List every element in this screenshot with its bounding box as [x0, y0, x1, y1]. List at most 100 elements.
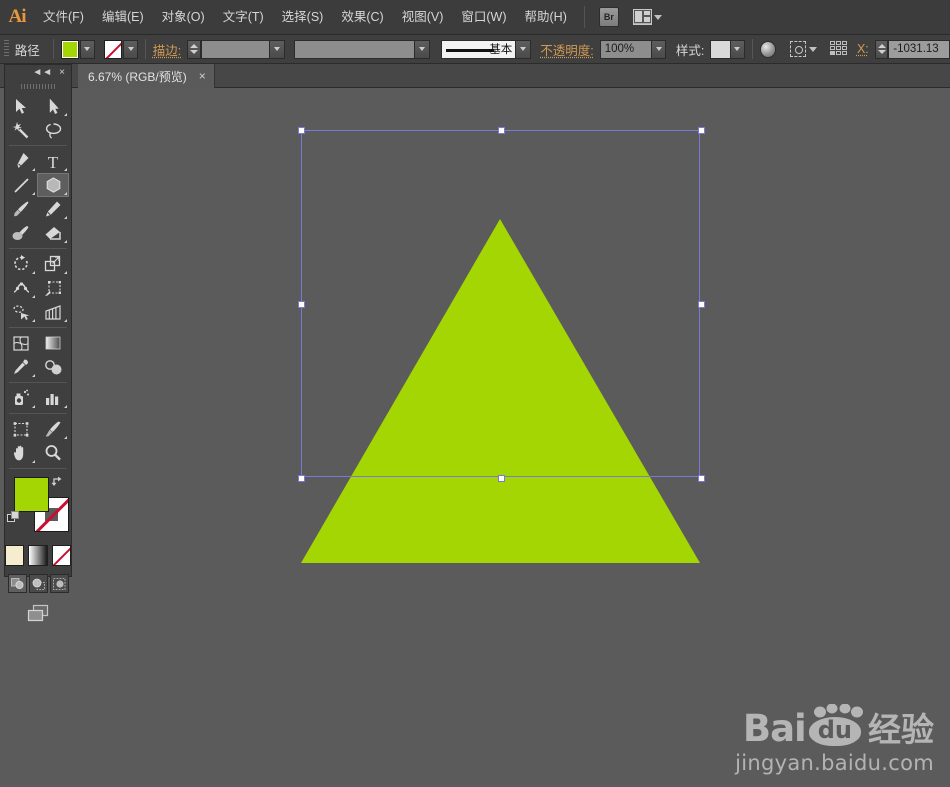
graphic-style-swatch[interactable] [710, 39, 731, 59]
tool-lasso[interactable] [37, 118, 69, 142]
color-button[interactable] [5, 545, 25, 566]
tool-pen[interactable] [5, 149, 37, 173]
tool-width[interactable] [5, 276, 37, 300]
menu-object[interactable]: 对象(O) [153, 0, 214, 35]
tool-zoom[interactable] [37, 441, 69, 465]
tool-mesh[interactable] [5, 331, 37, 355]
tool-direct-selection[interactable] [37, 94, 69, 118]
control-divider-3 [751, 39, 753, 59]
tools-divider-4 [9, 382, 67, 383]
handle-bottom-left[interactable] [298, 475, 305, 482]
tool-free-transform[interactable] [37, 276, 69, 300]
tool-blob-brush[interactable] [5, 221, 37, 245]
tool-rotate[interactable] [5, 252, 37, 276]
menu-type[interactable]: 文字(T) [214, 0, 273, 35]
document-tab[interactable]: 6.67% (RGB/预览) × [78, 64, 215, 88]
tool-gradient[interactable] [37, 331, 69, 355]
brush-definition-dropdown[interactable] [516, 39, 531, 59]
tool-selection[interactable] [5, 94, 37, 118]
stroke-weight-label[interactable]: 描边: [153, 40, 181, 59]
document-setup-icon[interactable] [759, 40, 777, 58]
swap-fill-stroke-icon[interactable] [51, 475, 65, 491]
tool-paintbrush[interactable] [5, 197, 37, 221]
draw-inside-button[interactable] [49, 574, 69, 593]
handle-top-center[interactable] [498, 127, 505, 134]
x-coordinate-field[interactable]: -1031.13 [888, 39, 950, 59]
collapse-icon[interactable]: ◄◄ [32, 68, 52, 78]
tool-hand[interactable] [5, 441, 37, 465]
tool-line-segment[interactable] [5, 173, 37, 197]
opacity-dropdown[interactable] [651, 39, 667, 59]
handle-bottom-center[interactable] [498, 475, 505, 482]
tool-column-graph[interactable] [37, 386, 69, 410]
canvas-area[interactable]: Bai du 经验 jingyan.baidu.com [0, 88, 950, 787]
stroke-swatch[interactable] [104, 39, 123, 59]
draw-normal-button[interactable] [7, 574, 27, 593]
stroke-profile-field[interactable] [294, 39, 416, 59]
tool-polygon-shape[interactable] [37, 173, 69, 197]
menu-edit[interactable]: 编辑(E) [93, 0, 153, 35]
stepper-down-icon [190, 50, 199, 54]
menu-view[interactable]: 视图(V) [393, 0, 453, 35]
x-coordinate-label[interactable]: X: [857, 42, 869, 56]
tools-panel-grip[interactable] [5, 81, 71, 92]
handle-middle-left[interactable] [298, 301, 305, 308]
handle-middle-right[interactable] [698, 301, 705, 308]
control-bar-grip[interactable] [4, 40, 9, 58]
close-icon[interactable]: × [199, 69, 206, 83]
stroke-weight-dropdown[interactable] [270, 39, 285, 59]
watermark-du-text: du [817, 715, 852, 744]
tool-blend[interactable] [37, 355, 69, 379]
fill-swatch[interactable] [60, 39, 80, 59]
menu-select[interactable]: 选择(S) [273, 0, 333, 35]
menu-effect[interactable]: 效果(C) [332, 0, 392, 35]
draw-behind-button[interactable] [28, 574, 48, 593]
tool-eyedropper[interactable] [5, 355, 37, 379]
tool-flyout-indicator [32, 319, 35, 322]
handle-top-right[interactable] [698, 127, 705, 134]
screen-mode-button[interactable] [5, 603, 71, 623]
none-button[interactable] [51, 545, 71, 566]
tool-shape-builder[interactable] [5, 300, 37, 324]
transform-button[interactable] [789, 41, 817, 57]
tool-magic-wand[interactable] [5, 118, 37, 142]
handle-bottom-right[interactable] [698, 475, 705, 482]
bridge-button[interactable]: Br [598, 7, 619, 27]
x-coordinate-stepper[interactable] [874, 39, 889, 59]
close-icon[interactable]: × [59, 68, 65, 78]
tool-pencil[interactable] [37, 197, 69, 221]
graphic-style-dropdown[interactable] [730, 39, 745, 59]
app-logo-icon: Ai [8, 6, 27, 27]
arrange-documents-button[interactable] [632, 9, 662, 25]
tools-divider-5 [9, 413, 67, 414]
brush-definition-field[interactable]: 基本 [441, 39, 517, 59]
toolbar-fill-swatch[interactable] [14, 477, 49, 512]
tool-eraser[interactable] [37, 221, 69, 245]
menu-help[interactable]: 帮助(H) [516, 0, 576, 35]
screen-mode-icon [27, 604, 49, 622]
tool-artboard[interactable] [5, 417, 37, 441]
opacity-label[interactable]: 不透明度: [540, 40, 593, 59]
tool-perspective-grid[interactable] [37, 300, 69, 324]
default-fill-stroke-icon[interactable] [7, 511, 20, 527]
baidu-watermark: Bai du 经验 jingyan.baidu.com [735, 703, 934, 775]
tool-symbol-sprayer[interactable] [5, 386, 37, 410]
opacity-field[interactable]: 100% [599, 39, 652, 59]
align-icon[interactable] [830, 41, 848, 57]
no-color-icon [105, 41, 121, 58]
stroke-swatch-dropdown[interactable] [123, 39, 138, 59]
tool-scale[interactable] [37, 252, 69, 276]
gradient-button[interactable] [28, 545, 48, 566]
stroke-weight-field[interactable] [200, 39, 271, 59]
menu-file[interactable]: 文件(F) [34, 0, 93, 35]
tool-type[interactable]: T [37, 149, 69, 173]
menu-window[interactable]: 窗口(W) [452, 0, 515, 35]
watermark-du-badge: du [808, 703, 863, 746]
handle-top-left[interactable] [298, 127, 305, 134]
stroke-weight-stepper[interactable] [187, 39, 201, 59]
fill-swatch-dropdown[interactable] [80, 39, 95, 59]
tool-flyout-indicator [32, 168, 35, 171]
color-mode-buttons [5, 545, 71, 566]
tool-slice[interactable] [37, 417, 69, 441]
stroke-profile-dropdown[interactable] [415, 39, 430, 59]
